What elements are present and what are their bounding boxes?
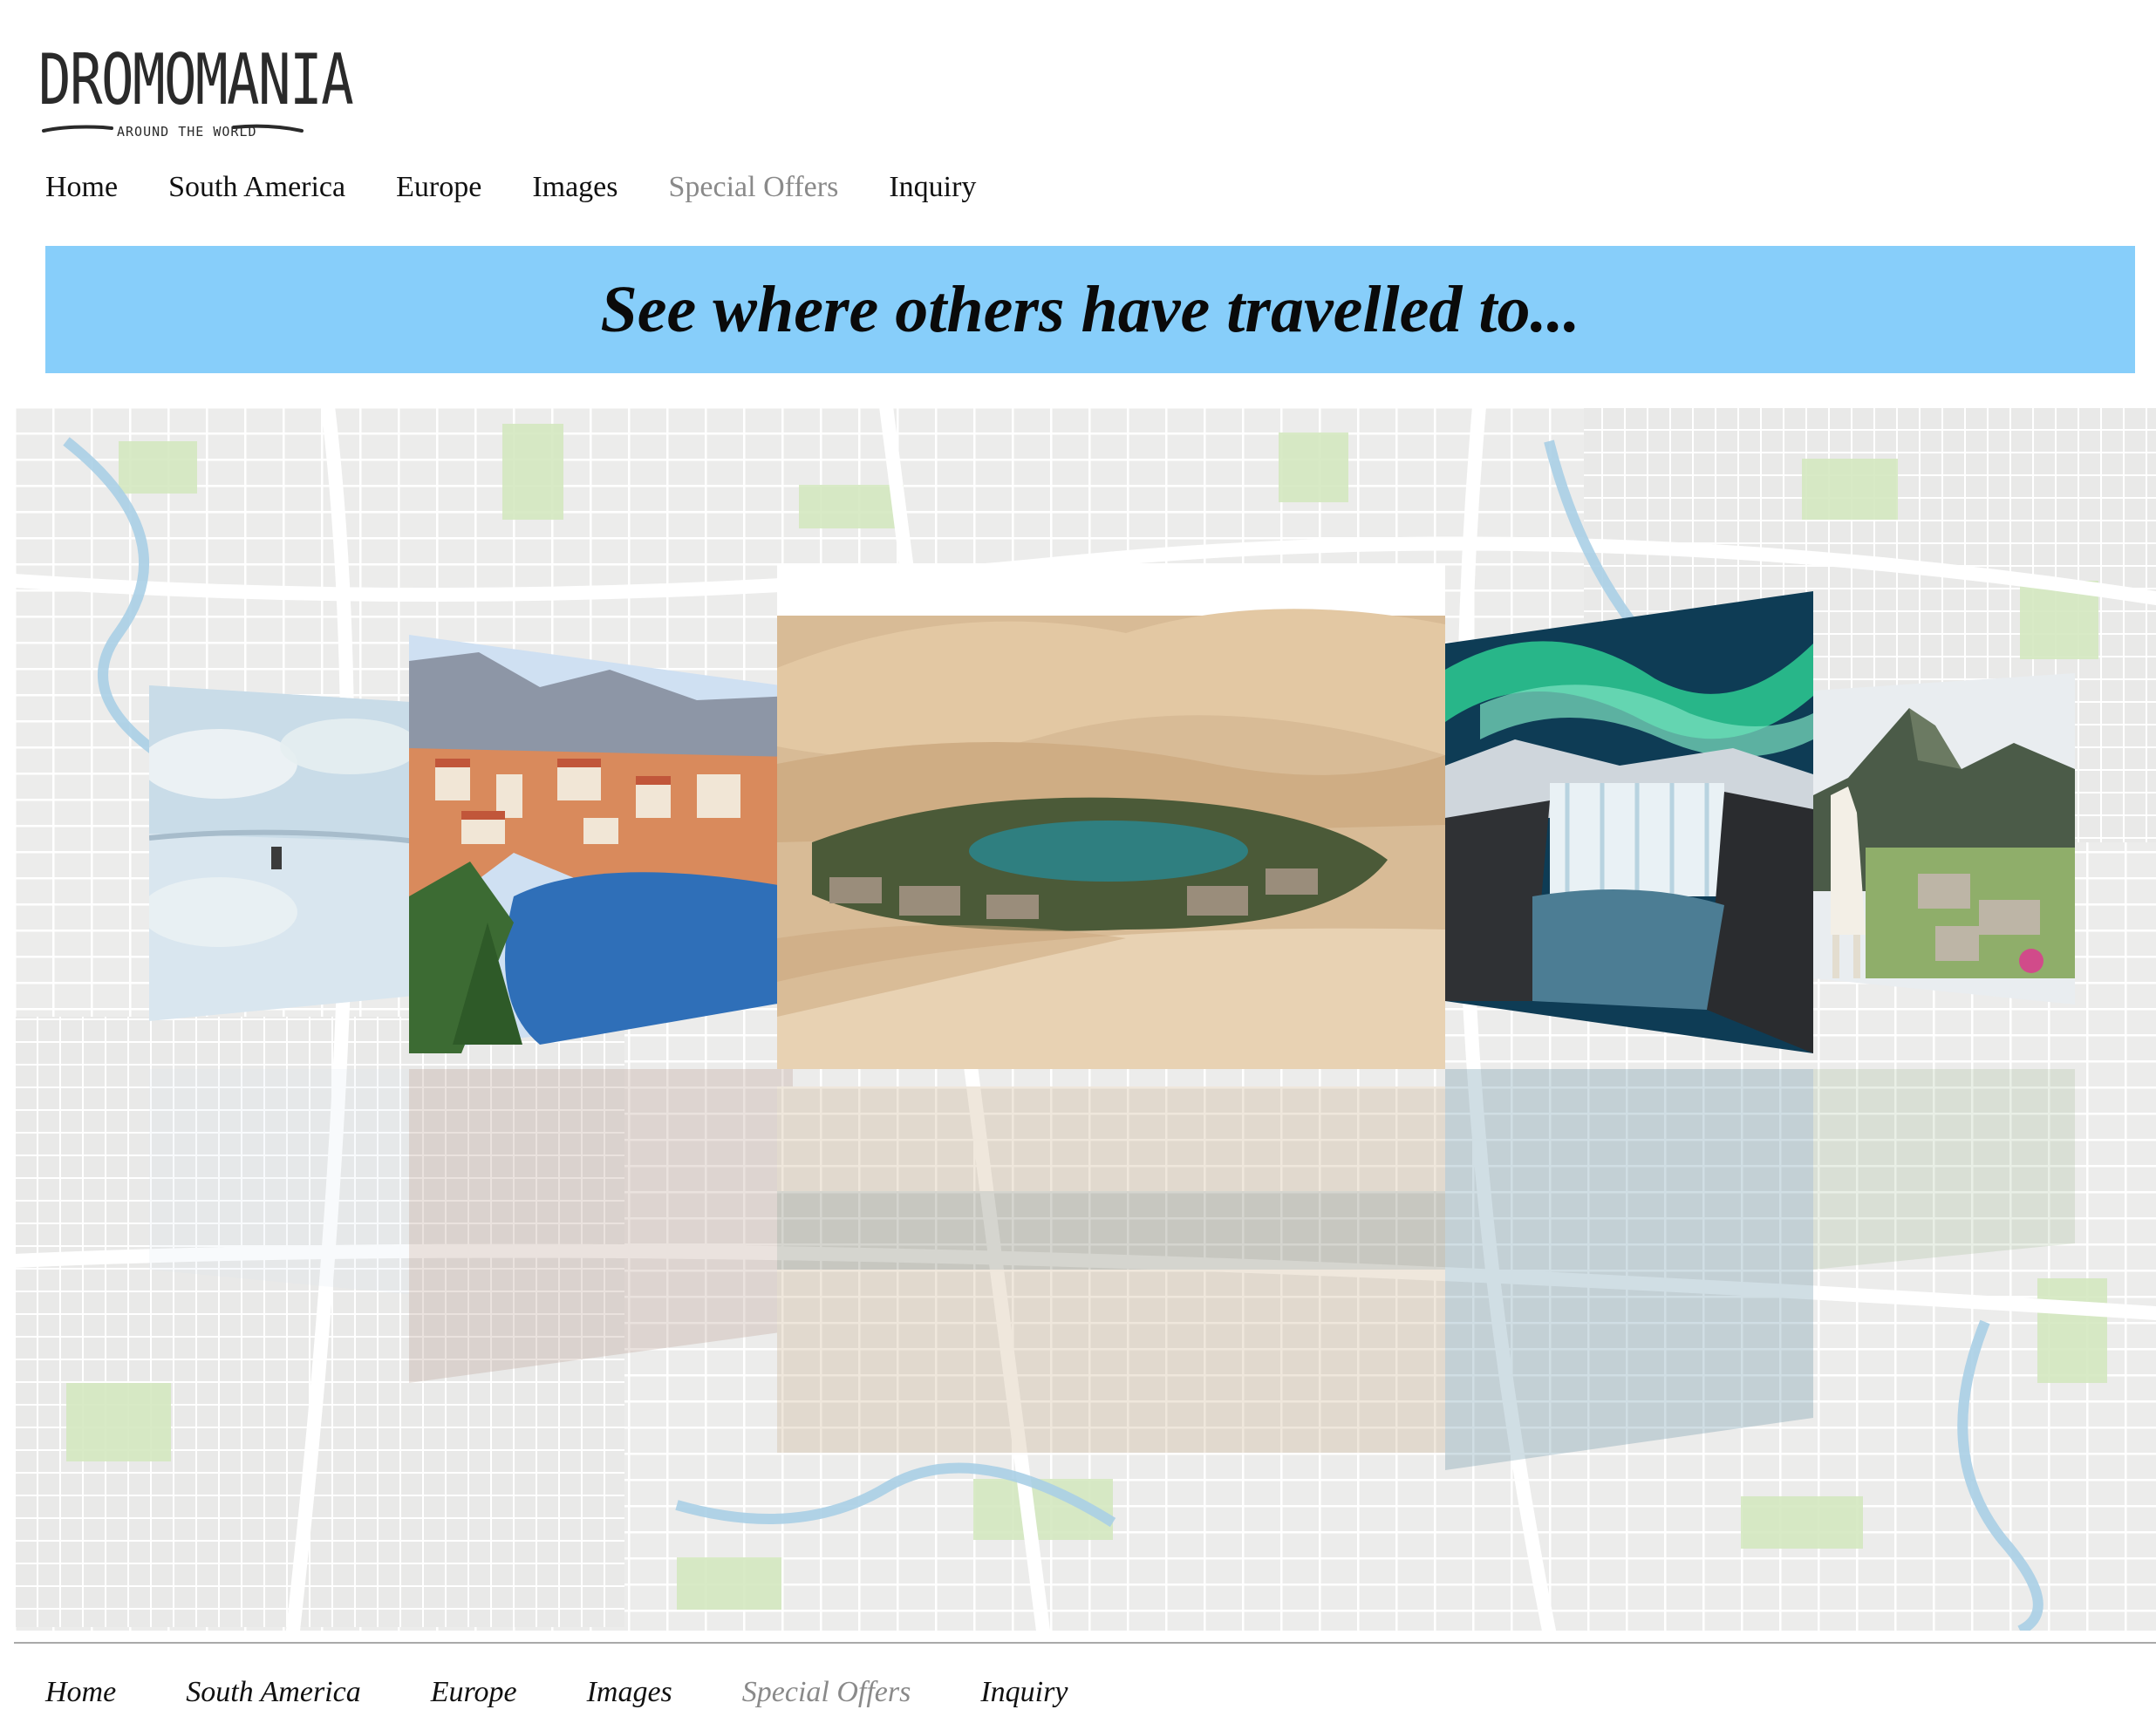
main-nav: Home South America Europe Images Special… <box>45 171 1027 204</box>
slide-desert-oasis[interactable] <box>777 563 1445 1069</box>
footer-nav: Home South America Europe Images Special… <box>45 1676 1137 1709</box>
slide-llama-ruins[interactable] <box>1813 673 2075 1005</box>
slide-coastal-city[interactable] <box>409 635 793 1053</box>
image-carousel[interactable] <box>14 406 2156 1631</box>
logo-wordmark: DROMOMANIA <box>38 39 354 120</box>
footer-nav-images[interactable]: Images <box>587 1676 672 1709</box>
footer-divider <box>14 1642 2156 1644</box>
slide-salt-flat[interactable] <box>149 685 424 1021</box>
slide-aurora-waterfall[interactable] <box>1445 591 1813 1053</box>
footer-nav-europe[interactable]: Europe <box>431 1676 517 1709</box>
banner-title: See where others have travelled to... <box>600 272 1580 346</box>
nav-images[interactable]: Images <box>532 171 617 204</box>
footer-nav-special-offers[interactable]: Special Offers <box>742 1676 911 1709</box>
footer-nav-south-america[interactable]: South America <box>186 1676 361 1709</box>
site-logo[interactable]: DROMOMANIA AROUND THE WORLD <box>38 45 354 150</box>
nav-europe[interactable]: Europe <box>396 171 481 204</box>
logo-tagline: AROUND THE WORLD <box>117 124 257 140</box>
footer-nav-inquiry[interactable]: Inquiry <box>980 1676 1068 1709</box>
nav-inquiry[interactable]: Inquiry <box>889 171 976 204</box>
nav-special-offers[interactable]: Special Offers <box>669 171 839 204</box>
hero-banner: See where others have travelled to... <box>45 246 2135 373</box>
nav-south-america[interactable]: South America <box>168 171 345 204</box>
nav-home[interactable]: Home <box>45 171 118 204</box>
footer-nav-home[interactable]: Home <box>45 1676 116 1709</box>
